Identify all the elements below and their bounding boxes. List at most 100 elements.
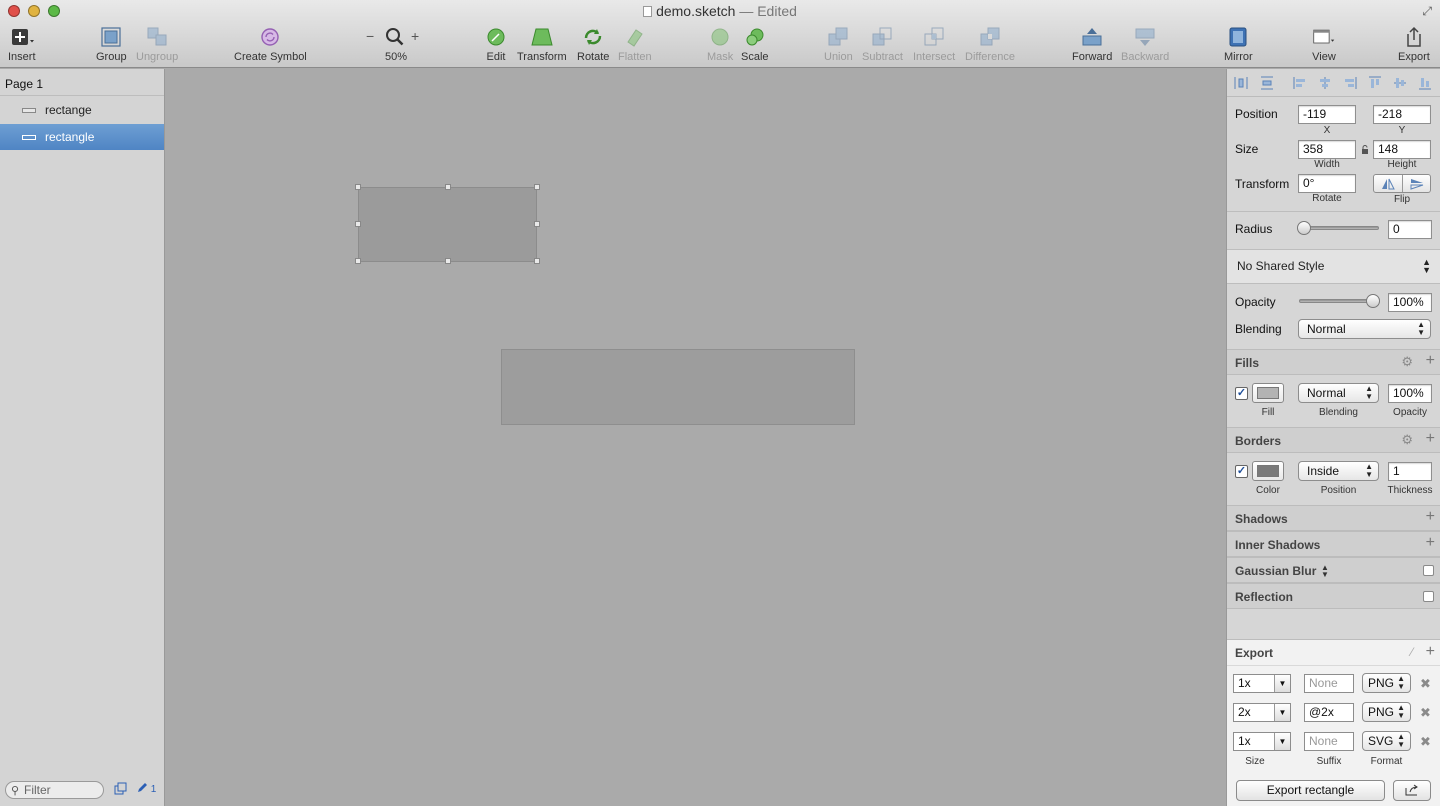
resize-handle[interactable] (445, 184, 451, 190)
border-color-well[interactable] (1252, 461, 1284, 481)
fill-enabled-checkbox[interactable]: ✓ (1235, 387, 1248, 400)
canvas-rectangle[interactable] (501, 349, 855, 425)
scale-button[interactable]: Scale (741, 26, 769, 63)
lock-icon[interactable] (1361, 145, 1369, 154)
add-fill-button[interactable]: + (1426, 353, 1435, 369)
mask-button[interactable]: Mask (707, 26, 733, 63)
add-border-button[interactable]: + (1426, 431, 1435, 447)
height-field[interactable]: 148 (1373, 140, 1431, 159)
fill-color-well[interactable] (1252, 383, 1284, 403)
align-top-icon[interactable] (1368, 76, 1382, 90)
fill-opacity-field[interactable]: 100% (1388, 384, 1432, 403)
radius-slider-knob[interactable] (1297, 221, 1311, 235)
pages-icon[interactable] (114, 782, 128, 796)
page-selector[interactable]: Page 1 (5, 77, 43, 91)
x-field[interactable]: -119 (1298, 105, 1356, 124)
align-middle-vertical-icon[interactable] (1393, 76, 1407, 90)
export-suffix-field[interactable]: @2x (1304, 703, 1354, 722)
layer-row[interactable]: rectange (0, 97, 164, 123)
resize-handle[interactable] (355, 184, 361, 190)
union-button[interactable]: Union (824, 26, 853, 63)
zoom-in-button[interactable]: + (411, 28, 419, 44)
export-format-select[interactable]: SVG ▲ ▼ (1362, 731, 1411, 751)
reflection-section-header[interactable]: Reflection (1227, 583, 1440, 609)
y-field[interactable]: -218 (1373, 105, 1431, 124)
align-bottom-icon[interactable] (1418, 76, 1432, 90)
opacity-field[interactable]: 100% (1388, 293, 1432, 312)
fill-blending-select[interactable]: Normal ▲ ▼ (1298, 383, 1379, 403)
inner-shadows-section-header[interactable]: Inner Shadows + (1227, 531, 1440, 557)
radius-slider[interactable] (1299, 226, 1379, 230)
remove-export-button[interactable]: ✖ (1420, 734, 1431, 750)
backward-button[interactable]: Backward (1121, 26, 1169, 63)
resize-handle[interactable] (355, 258, 361, 264)
shared-style-selector[interactable]: No Shared Style ▲ ▼ (1227, 249, 1440, 284)
group-button[interactable]: Group (96, 26, 127, 63)
gear-icon[interactable]: ⚙ (1401, 354, 1413, 370)
filter-field[interactable]: ⚲ (5, 781, 104, 799)
canvas[interactable] (165, 69, 1226, 806)
mirror-button[interactable]: Mirror (1224, 26, 1253, 63)
reflection-checkbox[interactable] (1423, 591, 1434, 602)
rotate-field[interactable]: 0° (1298, 174, 1356, 193)
resize-handle[interactable] (355, 221, 361, 227)
fullscreen-icon[interactable]: ⤢ (1422, 4, 1432, 19)
chevron-down-icon[interactable]: ▼ (1274, 704, 1290, 721)
transform-button[interactable]: Transform (517, 26, 567, 63)
add-export-button[interactable]: + (1426, 643, 1435, 661)
align-left-icon[interactable] (1293, 76, 1307, 90)
export-size-combo[interactable]: 1x ▼ (1233, 732, 1291, 751)
share-button[interactable] (1393, 780, 1431, 801)
blending-select[interactable]: Normal ▲ ▼ (1298, 319, 1431, 339)
export-toolbar-button[interactable]: Export (1398, 26, 1430, 63)
align-center-horizontal-icon[interactable] (1318, 76, 1332, 90)
export-format-select[interactable]: PNG ▲ ▼ (1362, 702, 1411, 722)
subtract-button[interactable]: Subtract (862, 26, 903, 63)
opacity-slider-knob[interactable] (1366, 294, 1380, 308)
resize-handle[interactable] (445, 258, 451, 264)
shadows-section-header[interactable]: Shadows + (1227, 505, 1440, 531)
export-suffix-field[interactable]: None (1304, 674, 1354, 693)
remove-export-button[interactable]: ✖ (1420, 676, 1431, 692)
export-rectangle-button[interactable]: Export rectangle (1236, 780, 1385, 801)
zoom-out-button[interactable]: − (366, 28, 374, 44)
layer-row-selected[interactable]: rectangle (0, 124, 164, 150)
border-thickness-field[interactable]: 1 (1388, 462, 1432, 481)
edit-button[interactable]: Edit (484, 26, 508, 63)
width-field[interactable]: 358 (1298, 140, 1356, 159)
selection-count[interactable]: 1 (137, 782, 156, 795)
add-shadow-button[interactable]: + (1426, 509, 1435, 525)
filter-input[interactable] (24, 783, 100, 797)
view-button[interactable]: View (1312, 26, 1336, 63)
gear-icon[interactable]: ⚙ (1401, 432, 1413, 448)
flip-horizontal-icon[interactable] (1381, 178, 1395, 190)
intersect-button[interactable]: Intersect (913, 26, 955, 63)
chevron-down-icon[interactable]: ▼ (1274, 675, 1290, 692)
difference-button[interactable]: Difference (965, 26, 1015, 63)
flatten-button[interactable]: Flatten (618, 26, 652, 63)
gaussian-blur-checkbox[interactable] (1423, 565, 1434, 576)
updown-arrows-icon[interactable]: ▲ ▼ (1321, 564, 1329, 579)
gaussian-blur-title[interactable]: Gaussian Blur (1235, 564, 1316, 578)
resize-handle[interactable] (534, 258, 540, 264)
slice-knife-icon[interactable]: ⁄ (1411, 645, 1413, 659)
ungroup-button[interactable]: Ungroup (136, 26, 178, 63)
align-right-icon[interactable] (1343, 76, 1357, 90)
create-symbol-button[interactable]: Create Symbol (234, 26, 307, 63)
insert-button[interactable]: Insert (8, 26, 36, 63)
canvas-rectangle-selected[interactable] (358, 187, 537, 262)
forward-button[interactable]: Forward (1072, 26, 1112, 63)
rotate-button[interactable]: Rotate (577, 26, 609, 63)
remove-export-button[interactable]: ✖ (1420, 705, 1431, 721)
add-inner-shadow-button[interactable]: + (1426, 535, 1435, 551)
resize-handle[interactable] (534, 184, 540, 190)
export-format-select[interactable]: PNG ▲ ▼ (1362, 673, 1411, 693)
border-position-select[interactable]: Inside ▲ ▼ (1298, 461, 1379, 481)
gaussian-blur-section-header[interactable]: Gaussian Blur ▲ ▼ (1227, 557, 1440, 583)
distribute-horizontal-icon[interactable] (1234, 76, 1248, 90)
flip-vertical-icon[interactable] (1410, 178, 1424, 190)
border-enabled-checkbox[interactable]: ✓ (1235, 465, 1248, 478)
chevron-down-icon[interactable]: ▼ (1274, 733, 1290, 750)
distribute-vertical-icon[interactable] (1260, 76, 1274, 90)
export-size-combo[interactable]: 1x ▼ (1233, 674, 1291, 693)
